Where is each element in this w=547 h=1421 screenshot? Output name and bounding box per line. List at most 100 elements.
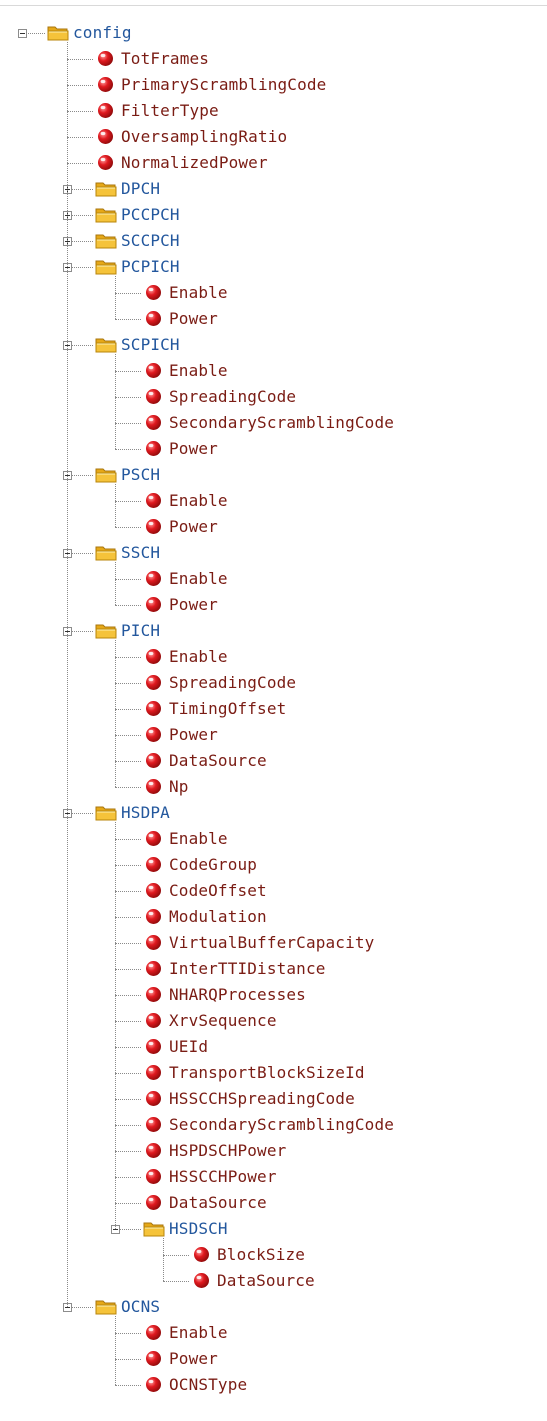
node-label-power[interactable]: Power (169, 306, 218, 332)
node-label-normalized-power[interactable]: NormalizedPower (121, 150, 268, 176)
node-label-xrv-sequence[interactable]: XrvSequence (169, 1008, 277, 1034)
tree-connector-horizontal (115, 371, 141, 372)
node-label-ocns[interactable]: OCNS (121, 1294, 160, 1320)
node-label-pcpich[interactable]: PCPICH (121, 254, 180, 280)
tree-connector-horizontal (115, 839, 141, 840)
minus-icon[interactable] (18, 29, 27, 38)
node-label-primary-scrambling-code[interactable]: PrimaryScramblingCode (121, 72, 326, 98)
node-label-power[interactable]: Power (169, 436, 218, 462)
red-ball-icon (145, 284, 162, 301)
red-ball-icon (145, 856, 162, 873)
tree-connector-horizontal (115, 319, 141, 320)
node-label-psch[interactable]: PSCH (121, 462, 160, 488)
folder-icon (95, 1298, 117, 1316)
node-label-block-size[interactable]: BlockSize (217, 1242, 305, 1268)
red-ball-icon (145, 1376, 162, 1393)
node-label-ocnstype[interactable]: OCNSType (169, 1372, 247, 1398)
node-label-dpch[interactable]: DPCH (121, 176, 160, 202)
node-label-power[interactable]: Power (169, 1346, 218, 1372)
red-ball-icon (145, 674, 162, 691)
tree-connector-horizontal (163, 1255, 189, 1256)
folder-icon (47, 24, 69, 42)
red-ball-icon (145, 492, 162, 509)
node-label-power[interactable]: Power (169, 592, 218, 618)
red-ball-icon (145, 388, 162, 405)
node-label-secondary-scrambling-code[interactable]: SecondaryScramblingCode (169, 1112, 394, 1138)
red-ball-icon (145, 1116, 162, 1133)
node-label-data-source[interactable]: DataSource (169, 1190, 267, 1216)
node-label-data-source[interactable]: DataSource (217, 1268, 315, 1294)
node-label-ssch[interactable]: SSCH (121, 540, 160, 566)
top-divider (0, 5, 547, 6)
tree-connector-horizontal (115, 995, 141, 996)
tree-connector-vertical (115, 276, 116, 319)
node-label-config[interactable]: config (73, 20, 132, 46)
node-label-filter-type[interactable]: FilterType (121, 98, 219, 124)
node-label-nharqprocesses[interactable]: NHARQProcesses (169, 982, 306, 1008)
node-label-timing-offset[interactable]: TimingOffset (169, 696, 286, 722)
red-ball-icon (145, 752, 162, 769)
node-label-data-source[interactable]: DataSource (169, 748, 267, 774)
red-ball-icon (145, 882, 162, 899)
node-label-np[interactable]: Np (169, 774, 189, 800)
red-ball-icon (145, 362, 162, 379)
node-label-hsdsch[interactable]: HSDSCH (169, 1216, 228, 1242)
node-label-hsdpa[interactable]: HSDPA (121, 800, 170, 826)
node-label-hsscchspreading-code[interactable]: HSSCCHSpreadingCode (169, 1086, 355, 1112)
node-label-spreading-code[interactable]: SpreadingCode (169, 384, 296, 410)
red-ball-icon (97, 154, 114, 171)
node-label-enable[interactable]: Enable (169, 566, 228, 592)
node-label-enable[interactable]: Enable (169, 644, 228, 670)
tree-connector-vertical (115, 562, 116, 605)
red-ball-icon (145, 596, 162, 613)
tree-connector-horizontal (115, 449, 141, 450)
red-ball-icon (145, 1168, 162, 1185)
tree-connector-vertical (115, 640, 116, 787)
node-label-tot-frames[interactable]: TotFrames (121, 46, 209, 72)
tree-connector-horizontal (115, 891, 141, 892)
node-label-modulation[interactable]: Modulation (169, 904, 267, 930)
node-label-scpich[interactable]: SCPICH (121, 332, 180, 358)
node-label-virtual-buffer-capacity[interactable]: VirtualBufferCapacity (169, 930, 374, 956)
node-label-inter-ttidistance[interactable]: InterTTIDistance (169, 956, 326, 982)
node-label-sccpch[interactable]: SCCPCH (121, 228, 180, 254)
red-ball-icon (145, 570, 162, 587)
red-ball-icon (145, 1090, 162, 1107)
node-label-pich[interactable]: PICH (121, 618, 160, 644)
tree-connector-horizontal (115, 397, 141, 398)
node-label-hspdschpower[interactable]: HSPDSCHPower (169, 1138, 286, 1164)
tree-connector-horizontal (115, 1385, 141, 1386)
red-ball-icon (145, 1324, 162, 1341)
red-ball-icon (97, 50, 114, 67)
node-label-enable[interactable]: Enable (169, 358, 228, 384)
red-ball-icon (145, 778, 162, 795)
node-label-secondary-scrambling-code[interactable]: SecondaryScramblingCode (169, 410, 394, 436)
tree-connector-horizontal (115, 579, 141, 580)
node-label-ueid[interactable]: UEId (169, 1034, 208, 1060)
red-ball-icon (145, 726, 162, 743)
red-ball-icon (145, 1142, 162, 1159)
node-label-power[interactable]: Power (169, 514, 218, 540)
node-label-oversampling-ratio[interactable]: OversamplingRatio (121, 124, 287, 150)
node-label-power[interactable]: Power (169, 722, 218, 748)
red-ball-icon (145, 440, 162, 457)
tree-connector-horizontal (67, 163, 93, 164)
red-ball-icon (145, 830, 162, 847)
node-label-enable[interactable]: Enable (169, 280, 228, 306)
node-label-hsscchpower[interactable]: HSSCCHPower (169, 1164, 277, 1190)
tree-connector-horizontal (67, 85, 93, 86)
tree-connector-horizontal (115, 1151, 141, 1152)
red-ball-icon (193, 1272, 210, 1289)
node-label-code-group[interactable]: CodeGroup (169, 852, 257, 878)
node-label-pccpch[interactable]: PCCPCH (121, 202, 180, 228)
node-label-transport-block-size-id[interactable]: TransportBlockSizeId (169, 1060, 365, 1086)
node-label-enable[interactable]: Enable (169, 826, 228, 852)
red-ball-icon (145, 414, 162, 431)
node-label-code-offset[interactable]: CodeOffset (169, 878, 267, 904)
node-label-enable[interactable]: Enable (169, 488, 228, 514)
folder-icon (95, 804, 117, 822)
tree-connector-horizontal (115, 293, 141, 294)
tree-connector-horizontal (115, 1359, 141, 1360)
node-label-spreading-code[interactable]: SpreadingCode (169, 670, 296, 696)
node-label-enable[interactable]: Enable (169, 1320, 228, 1346)
